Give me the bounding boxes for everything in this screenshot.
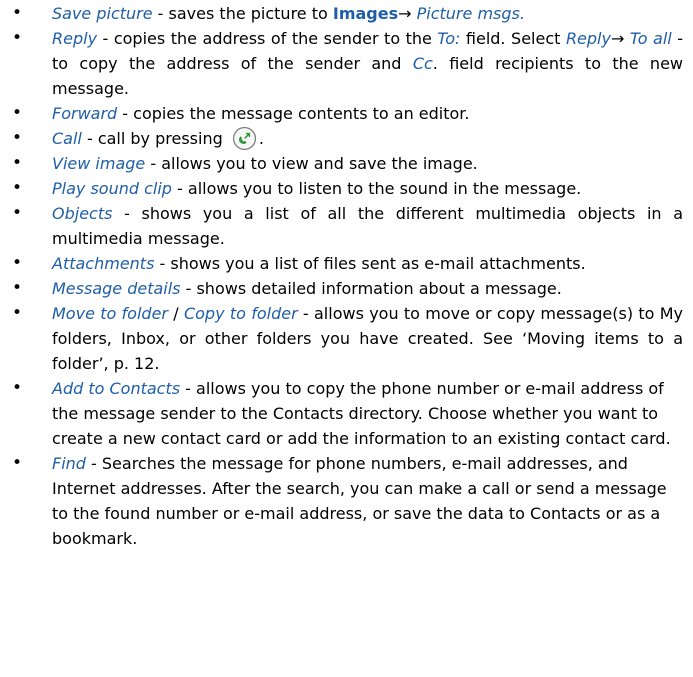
description-text: - copies the address of the sender to th… [97,29,438,48]
description-text: - shows you a list of all the different … [52,204,683,248]
bullet: • [12,103,23,123]
menu-option-term: Copy to folder [183,304,298,323]
list-item: • Move to folder / Copy to folder - allow… [8,301,683,376]
list-item: • Forward - copies the message contents t… [8,101,683,126]
description-text: . [258,129,264,148]
item-text: Find - Searches the message for phone nu… [52,451,683,551]
bullet: • [12,453,23,473]
description-text: → [610,29,630,48]
menu-option-term: To: [437,29,461,48]
bullet: • [12,253,23,273]
menu-option-term: To all [629,29,672,48]
menu-option-term: Add to Contacts [52,379,181,398]
menu-option-term: Call [52,129,82,148]
menu-option-term: Reply [565,29,611,48]
options-list: • Save picture - saves the picture to Ima… [0,0,693,551]
menu-option-term: Reply [52,29,98,48]
description-text: / [168,304,184,323]
item-text: Move to folder / Copy to folder - allows… [52,301,683,376]
bullet: • [12,278,23,298]
description-text: - shows you a list of files sent as e-ma… [154,254,586,273]
item-text: Call - call by pressing . [52,126,683,151]
menu-option-term: Objects [52,204,113,223]
item-text: Play sound clip - allows you to listen t… [52,176,683,201]
list-item: • Add to Contacts - allows you to copy th… [8,376,683,451]
menu-option-term: View image [52,154,146,173]
menu-option-term: Message details [52,279,181,298]
menu-option-term: Save picture [52,4,153,23]
item-text: Objects - shows you a list of all the di… [52,201,683,251]
menu-option-term: Picture msgs. [416,4,525,23]
description-text: - shows detailed information about a mes… [180,279,562,298]
bullet: • [12,178,23,198]
bullet: • [12,303,23,323]
menu-option-term: Find [52,454,86,473]
bullet: • [12,3,23,23]
bullet: • [12,128,23,148]
description-text: - call by pressing [81,129,228,148]
menu-option-term: Move to folder [52,304,168,323]
list-item: • Save picture - saves the picture to Ima… [8,1,683,26]
bullet: • [12,153,23,173]
list-item: • Reply - copies the address of the sende… [8,26,683,101]
description-text: - copies the message contents to an edit… [117,104,470,123]
menu-option-term: Forward [52,104,118,123]
description-text: → [398,4,417,23]
menu-option-term: Play sound clip [52,179,172,198]
item-text: Message details - shows detailed informa… [52,276,683,301]
description-text: - saves the picture to [152,4,333,23]
item-text: View image - allows you to view and save… [52,151,683,176]
list-item: • Play sound clip - allows you to listen … [8,176,683,201]
list-item: • Find - Searches the message for phone n… [8,451,683,551]
list-item: • Message details - shows detailed inform… [8,276,683,301]
list-item: • Attachments - shows you a list of files… [8,251,683,276]
bullet: • [12,378,23,398]
description-text: - Searches the message for phone numbers… [52,454,667,548]
item-text: Add to Contacts - allows you to copy the… [52,376,683,451]
description-text: - allows you to listen to the sound in t… [171,179,582,198]
item-text: Reply - copies the address of the sender… [52,26,683,101]
bullet: • [12,28,23,48]
description-text: field. Select [460,29,566,48]
bullet: • [12,203,23,223]
list-item: • Call - call by pressing . [8,126,683,151]
description-text: - allows you to view and save the image. [145,154,478,173]
item-text: Attachments - shows you a list of files … [52,251,683,276]
call-key-icon [232,126,256,150]
menu-option-term: Cc [412,54,433,73]
folder-name-term: Images [332,4,399,23]
list-item: • Objects - shows you a list of all the d… [8,201,683,251]
menu-option-term: Attachments [52,254,155,273]
list-item: • View image - allows you to view and sav… [8,151,683,176]
item-text: Save picture - saves the picture to Imag… [52,1,683,26]
item-text: Forward - copies the message contents to… [52,101,683,126]
